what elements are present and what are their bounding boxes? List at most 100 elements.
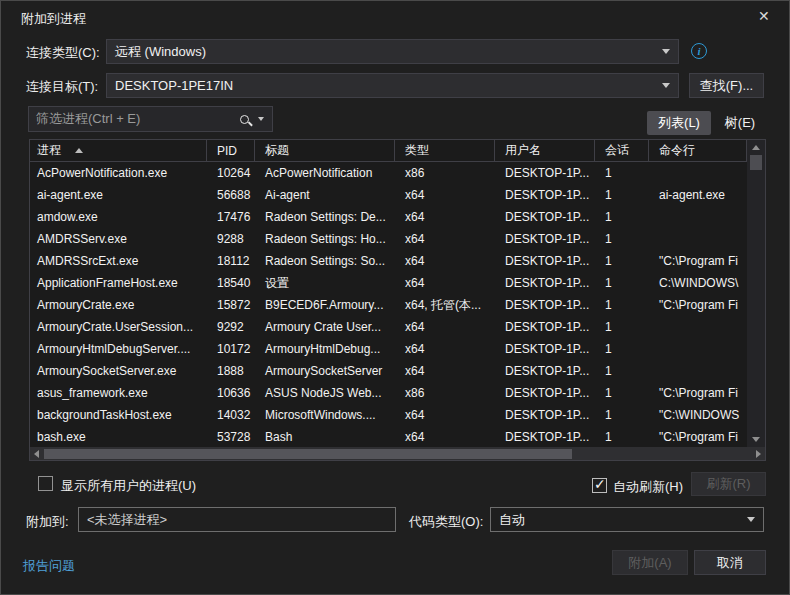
cell: bash.exe	[30, 426, 207, 448]
process-row[interactable]: amdow.exe17476Radeon Settings: De...x64D…	[30, 206, 765, 228]
column-header[interactable]: 用户名	[495, 140, 595, 161]
attach-button[interactable]: 附加(A)	[612, 550, 688, 575]
cell	[649, 162, 747, 184]
cell: DESKTOP-1P...	[495, 162, 595, 184]
vertical-scroll-thumb[interactable]	[750, 155, 762, 170]
column-header[interactable]: PID	[207, 140, 255, 161]
show-all-users-label: 显示所有用户的进程(U)	[61, 477, 196, 495]
cell: 1	[595, 250, 649, 272]
scroll-right-icon[interactable]	[756, 450, 761, 458]
cell: 17476	[207, 206, 255, 228]
cell: x64	[395, 360, 495, 382]
cell: 1	[595, 426, 649, 448]
process-row[interactable]: ArmouryHtmlDebugServer....10172ArmouryHt…	[30, 338, 765, 360]
cell: "C:\Program Fi	[649, 294, 747, 316]
connection-target-select[interactable]: DESKTOP-1PE17IN	[106, 73, 679, 98]
chevron-down-icon	[662, 83, 670, 88]
cell	[649, 360, 747, 382]
scroll-left-icon[interactable]	[34, 450, 39, 458]
view-tree-button[interactable]: 树(E)	[715, 111, 765, 135]
cell: DESKTOP-1P...	[495, 206, 595, 228]
process-row[interactable]: ai-agent.exe56688Ai-agentx64DESKTOP-1P..…	[30, 184, 765, 206]
search-icon	[240, 115, 249, 124]
cell: 53728	[207, 426, 255, 448]
refresh-button[interactable]: 刷新(R)	[691, 472, 766, 496]
auto-refresh-label: 自动刷新(H)	[613, 478, 683, 496]
view-list-button[interactable]: 列表(L)	[647, 111, 711, 135]
cell: x86	[395, 382, 495, 404]
process-row[interactable]: ApplicationFrameHost.exe18540设置x64DESKTO…	[30, 272, 765, 294]
cell: backgroundTaskHost.exe	[30, 404, 207, 426]
connection-type-value: 远程 (Windows)	[107, 43, 662, 61]
cell: ASUS NodeJS Web...	[255, 382, 395, 404]
cell: 18540	[207, 272, 255, 294]
cell: DESKTOP-1P...	[495, 316, 595, 338]
cell: "C:\Program Fi	[649, 382, 747, 404]
cell: "C:\Program Fi	[649, 250, 747, 272]
cell: x64, 托管(本...	[395, 294, 495, 316]
process-row[interactable]: asus_framework.exe10636ASUS NodeJS Web..…	[30, 382, 765, 404]
attach-to-label: 附加到:	[26, 513, 69, 531]
cell: x64	[395, 316, 495, 338]
attach-to-field[interactable]: <未选择进程>	[78, 507, 396, 532]
cell: 1	[595, 184, 649, 206]
sort-ascending-icon	[75, 148, 83, 153]
process-row[interactable]: bash.exe53728Bashx64DESKTOP-1P...1"C:\Pr…	[30, 426, 765, 448]
vertical-scrollbar[interactable]	[747, 140, 765, 447]
process-row[interactable]: ArmourySocketServer.exe1888ArmourySocket…	[30, 360, 765, 382]
column-header[interactable]: 进程	[30, 140, 207, 161]
cell: 9292	[207, 316, 255, 338]
horizontal-scroll-thumb[interactable]	[44, 449, 572, 459]
find-button[interactable]: 查找(F)...	[689, 73, 764, 98]
cell: C:\WINDOWS\	[649, 272, 747, 294]
process-row[interactable]: backgroundTaskHost.exe14032MicrosoftWind…	[30, 404, 765, 426]
cell: amdow.exe	[30, 206, 207, 228]
cancel-button[interactable]: 取消	[694, 550, 766, 575]
connection-type-select[interactable]: 远程 (Windows)	[106, 39, 679, 64]
attach-to-value: <未选择进程>	[79, 511, 395, 529]
cell	[649, 228, 747, 250]
column-header[interactable]: 类型	[395, 140, 495, 161]
process-row[interactable]: AMDRSSrcExt.exe18112Radeon Settings: So.…	[30, 250, 765, 272]
cell: DESKTOP-1P...	[495, 294, 595, 316]
info-icon[interactable]: i	[691, 43, 707, 59]
chevron-down-icon	[258, 117, 264, 121]
cell: 10636	[207, 382, 255, 404]
close-icon[interactable]: ✕	[758, 8, 770, 24]
scroll-down-icon[interactable]	[752, 437, 760, 442]
cell: x64	[395, 426, 495, 448]
code-type-select[interactable]: 自动	[490, 507, 764, 532]
process-row[interactable]: AMDRSServ.exe9288Radeon Settings: Ho...x…	[30, 228, 765, 250]
scroll-up-icon[interactable]	[752, 145, 760, 150]
connection-target-label: 连接目标(T):	[26, 78, 98, 96]
auto-refresh-checkbox[interactable]: ✓	[592, 478, 607, 493]
cell: DESKTOP-1P...	[495, 272, 595, 294]
cell: "C:\WINDOWS	[649, 404, 747, 426]
cell: 10172	[207, 338, 255, 360]
connection-target-value: DESKTOP-1PE17IN	[107, 78, 662, 93]
filter-processes-input[interactable]: 筛选进程(Ctrl + E)	[28, 106, 273, 132]
cell: ArmourySocketServer.exe	[30, 360, 207, 382]
cell: 1	[595, 162, 649, 184]
cell: DESKTOP-1P...	[495, 338, 595, 360]
column-header[interactable]: 命令行	[649, 140, 747, 161]
table-body: AcPowerNotification.exe10264AcPowerNotif…	[30, 162, 765, 448]
cell: 14032	[207, 404, 255, 426]
cell: ai-agent.exe	[649, 184, 747, 206]
cell: Armoury Crate User...	[255, 316, 395, 338]
horizontal-scrollbar[interactable]	[30, 447, 765, 460]
column-header[interactable]: 标题	[255, 140, 395, 161]
show-all-users-checkbox[interactable]	[38, 476, 53, 491]
cell: DESKTOP-1P...	[495, 184, 595, 206]
cell: DESKTOP-1P...	[495, 228, 595, 250]
cell: 1	[595, 404, 649, 426]
table-header: 进程PID标题类型用户名会话命令行	[30, 140, 765, 162]
process-row[interactable]: ArmouryCrate.exe15872B9ECED6F.Armoury...…	[30, 294, 765, 316]
process-row[interactable]: AcPowerNotification.exe10264AcPowerNotif…	[30, 162, 765, 184]
cell: 1	[595, 228, 649, 250]
report-problem-link[interactable]: 报告问题	[23, 557, 75, 575]
column-header[interactable]: 会话	[595, 140, 649, 161]
process-row[interactable]: ArmouryCrate.UserSession...9292Armoury C…	[30, 316, 765, 338]
cell: x64	[395, 184, 495, 206]
cell: ApplicationFrameHost.exe	[30, 272, 207, 294]
